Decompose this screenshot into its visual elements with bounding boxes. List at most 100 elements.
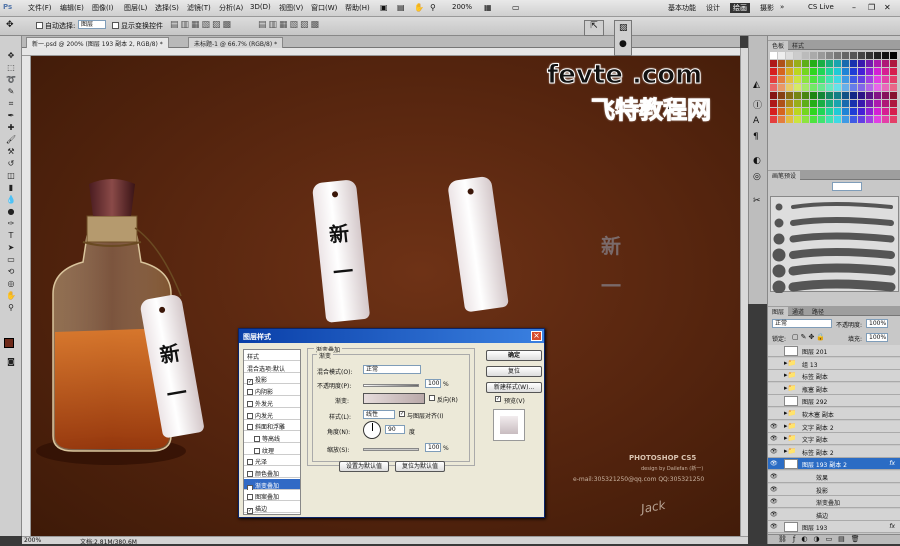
- swatch-grid[interactable]: [770, 52, 898, 156]
- swatch[interactable]: [810, 84, 817, 91]
- visibility-eye-icon[interactable]: [770, 347, 778, 355]
- menu-select[interactable]: 选择(S): [155, 3, 179, 13]
- swatch[interactable]: [890, 108, 897, 115]
- swatch[interactable]: [874, 60, 881, 67]
- visibility-eye-icon[interactable]: 👁: [770, 473, 778, 481]
- swatch[interactable]: [770, 116, 777, 123]
- swatch[interactable]: [818, 100, 825, 107]
- marquee-icon[interactable]: ⬚: [3, 62, 19, 73]
- style-checkbox[interactable]: [247, 471, 253, 477]
- swatch[interactable]: [802, 84, 809, 91]
- swatch[interactable]: [778, 116, 785, 123]
- swatch[interactable]: [866, 52, 873, 59]
- swatch[interactable]: [794, 84, 801, 91]
- swatch[interactable]: [834, 92, 841, 99]
- swatch[interactable]: [842, 116, 849, 123]
- style-checkbox[interactable]: [247, 459, 253, 466]
- vertical-scrollbar[interactable]: [740, 48, 748, 536]
- swatch[interactable]: [834, 68, 841, 75]
- swatch[interactable]: [866, 84, 873, 91]
- reverse-checkbox[interactable]: [429, 395, 435, 401]
- style-checkbox[interactable]: [254, 447, 260, 454]
- swatch[interactable]: [794, 68, 801, 75]
- layer-row[interactable]: ▸📁 组 13: [768, 357, 900, 370]
- style-item[interactable]: 内发光: [244, 408, 300, 420]
- folder-icon[interactable]: ▸📁: [784, 422, 796, 430]
- swatch[interactable]: [818, 92, 825, 99]
- swatch[interactable]: [770, 84, 777, 91]
- folder-icon[interactable]: ▸📁: [784, 409, 796, 417]
- character-icon[interactable]: A: [753, 116, 759, 126]
- swatch[interactable]: [850, 52, 857, 59]
- swatch[interactable]: [778, 100, 785, 107]
- 3d-orbit-icon[interactable]: ◎: [3, 278, 19, 289]
- pen-icon[interactable]: ✑: [3, 218, 19, 229]
- swatch[interactable]: [778, 60, 785, 67]
- swatch[interactable]: [842, 84, 849, 91]
- swatch[interactable]: [802, 100, 809, 107]
- swatch[interactable]: [786, 92, 793, 99]
- info-circle-icon[interactable]: ●: [619, 39, 627, 49]
- layer-row[interactable]: 👁 ▸📁 文字 副本: [768, 433, 900, 446]
- menu-file[interactable]: 文件(F): [28, 3, 52, 13]
- swatch[interactable]: [786, 84, 793, 91]
- fill-field[interactable]: 100%: [866, 333, 888, 342]
- swatch[interactable]: [842, 108, 849, 115]
- transform-checkbox[interactable]: [112, 22, 119, 29]
- swatch[interactable]: [770, 92, 777, 99]
- swatch[interactable]: [826, 60, 833, 67]
- tab-channels[interactable]: 通道: [788, 307, 808, 316]
- status-zoom[interactable]: 200%: [24, 537, 41, 544]
- swatch[interactable]: [810, 116, 817, 123]
- autoselect-checkbox[interactable]: [36, 22, 43, 29]
- shape-icon[interactable]: ▭: [3, 254, 19, 265]
- scale-slider[interactable]: [363, 448, 419, 451]
- swatch[interactable]: [866, 100, 873, 107]
- swatch[interactable]: [786, 68, 793, 75]
- distribute-icons[interactable]: ▤▥▦▧▨▩: [258, 20, 321, 30]
- folder-icon[interactable]: ▸📁: [784, 447, 796, 455]
- menu-3d[interactable]: 3D(D): [250, 3, 271, 11]
- fx-icon[interactable]: fx: [889, 523, 895, 530]
- visibility-eye-icon[interactable]: 👁: [770, 435, 778, 443]
- layer-row[interactable]: 👁 ▸📁 标签 副本 2: [768, 445, 900, 458]
- visibility-eye-icon[interactable]: [770, 372, 778, 380]
- tool-presets-icon[interactable]: ✂: [753, 196, 761, 206]
- image-icon[interactable]: ▨: [619, 23, 628, 33]
- bridge-icon[interactable]: ▣: [380, 3, 388, 12]
- layer-row[interactable]: 👁 效果: [768, 471, 900, 483]
- adjustments-icon[interactable]: ◐: [753, 156, 761, 166]
- style-item[interactable]: ✓ 投影: [244, 373, 300, 386]
- layer-row[interactable]: 图层 292: [768, 395, 900, 408]
- tab-document-1[interactable]: 新一.psd @ 200% (图层 193 副本 2, RGB/8) *: [26, 37, 169, 48]
- swatch[interactable]: [794, 76, 801, 83]
- swatch[interactable]: [882, 68, 889, 75]
- type-icon[interactable]: T: [3, 230, 19, 241]
- opacity-slider[interactable]: [363, 384, 419, 387]
- swatch[interactable]: [882, 76, 889, 83]
- swatch[interactable]: [786, 52, 793, 59]
- more-workspaces-icon[interactable]: »: [780, 3, 784, 11]
- swatch[interactable]: [786, 60, 793, 67]
- dialog-close-icon[interactable]: ×: [531, 331, 542, 341]
- swatch[interactable]: [890, 60, 897, 67]
- crop-icon[interactable]: ⌗: [3, 98, 19, 109]
- swatch[interactable]: [882, 108, 889, 115]
- zoom-level[interactable]: 200%: [452, 3, 472, 11]
- info-icon[interactable]: Ⓘ: [753, 98, 762, 111]
- minibridge-icon[interactable]: ▤: [397, 3, 405, 12]
- swatch[interactable]: [834, 116, 841, 123]
- style-checkbox[interactable]: [247, 424, 253, 431]
- swatch[interactable]: [818, 60, 825, 67]
- swatch[interactable]: [858, 116, 865, 123]
- quick-select-icon[interactable]: ✎: [3, 86, 19, 97]
- autoselect-dropdown[interactable]: 图层: [78, 20, 106, 29]
- swatch[interactable]: [810, 108, 817, 115]
- swatch[interactable]: [842, 60, 849, 67]
- swatch[interactable]: [874, 116, 881, 123]
- swatch[interactable]: [818, 68, 825, 75]
- dialog-blend-select[interactable]: 正常: [363, 365, 421, 374]
- swatch[interactable]: [890, 76, 897, 83]
- set-default-button[interactable]: 设置为默认值: [339, 461, 389, 472]
- swatch[interactable]: [850, 84, 857, 91]
